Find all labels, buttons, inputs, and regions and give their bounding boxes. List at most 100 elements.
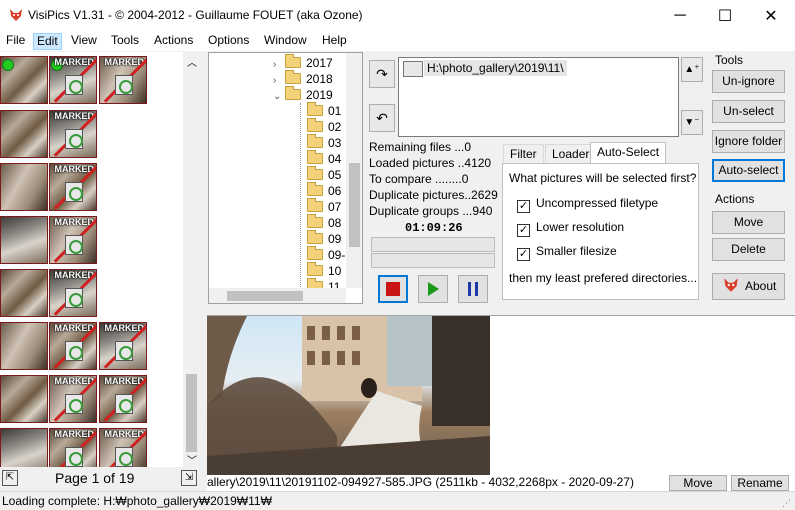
stop-button[interactable]	[378, 275, 408, 303]
close-button[interactable]: ✕	[748, 0, 794, 31]
folder-icon	[307, 150, 323, 164]
file-info: allery\2019\11\20191102-094927-585.JPG (…	[207, 475, 634, 489]
tree-item-month[interactable]: 05	[307, 166, 341, 183]
thumbnail-scrollbar[interactable]: ︿ ﹀	[183, 52, 200, 467]
thumbnail[interactable]	[0, 269, 48, 317]
maximize-button[interactable]: ☐	[702, 0, 748, 31]
tree-item-month[interactable]: 08	[307, 214, 341, 231]
scroll-down-icon[interactable]: ﹀	[187, 452, 197, 467]
option-uncompressed[interactable]: ✓ Uncompressed filetype	[517, 196, 658, 213]
remove-folder-button[interactable]: ↶	[369, 104, 395, 132]
ignore-folder-button[interactable]: Ignore folder	[712, 130, 785, 153]
option-lower-resolution[interactable]: ✓ Lower resolution	[517, 220, 624, 237]
thumbnail[interactable]	[0, 163, 48, 211]
scroll-thumb[interactable]	[349, 163, 360, 247]
tree-item-month[interactable]: 10	[307, 262, 341, 279]
checkbox-checked-icon[interactable]: ✓	[517, 248, 530, 261]
thumbnail[interactable]: MARKED	[49, 163, 97, 211]
thumbnail[interactable]	[0, 56, 48, 104]
menu-help[interactable]: Help	[319, 33, 350, 50]
preview-rename-button[interactable]: Rename	[731, 475, 789, 491]
tree-item-month[interactable]: 02	[307, 118, 341, 135]
unselect-button[interactable]: Un-select	[712, 100, 785, 123]
tree-item-month[interactable]: 07	[307, 198, 341, 215]
priority-up-button[interactable]: ▲⁺	[681, 57, 703, 82]
menu-file[interactable]: File	[3, 33, 28, 50]
thumbnail[interactable]: MARKED	[99, 375, 147, 423]
thumbnail[interactable]: MARKED	[99, 56, 147, 104]
minimize-button[interactable]: ─	[657, 0, 703, 31]
thumbnail[interactable]: MARKED	[49, 216, 97, 264]
delete-button[interactable]: Delete	[712, 238, 785, 261]
scroll-thumb[interactable]	[227, 291, 303, 301]
checkbox-checked-icon[interactable]: ✓	[517, 200, 530, 213]
menu-window[interactable]: Window	[261, 33, 310, 50]
menu-tools[interactable]: Tools	[108, 33, 142, 50]
thumbnail[interactable]	[0, 216, 48, 264]
prev-page-icon[interactable]: ⇱	[2, 470, 18, 486]
menu-view[interactable]: View	[68, 33, 100, 50]
tree-item-2017[interactable]: › 2017	[273, 54, 333, 71]
thumbnail[interactable]: MARKED	[49, 428, 97, 467]
folder-icon	[307, 134, 323, 148]
tree-hscrollbar[interactable]	[209, 288, 346, 303]
folder-icon	[307, 246, 323, 260]
tree-item-month[interactable]: 03	[307, 134, 341, 151]
thumbnail[interactable]: MARKED	[49, 375, 97, 423]
tab-filter[interactable]: Filter	[503, 144, 544, 164]
menu-actions[interactable]: Actions	[151, 33, 196, 50]
tree-item-month[interactable]: 09	[307, 230, 341, 247]
thumbnail[interactable]	[0, 428, 48, 467]
tree-item-month[interactable]: 04	[307, 150, 341, 167]
tab-loader[interactable]: Loader	[545, 144, 597, 164]
tree-vscrollbar[interactable]	[346, 53, 362, 288]
add-folder-button[interactable]: ↷	[369, 60, 395, 88]
priority-down-button[interactable]: ▼⁻	[681, 110, 703, 135]
menu-edit[interactable]: Edit	[33, 33, 62, 50]
folder-list-item[interactable]: H:\photo_gallery\2019\11\	[424, 60, 567, 76]
scroll-up-icon[interactable]: ︿	[187, 54, 197, 69]
loaded-pictures: Loaded pictures ..4120	[369, 156, 492, 170]
thumbnail[interactable]: MARKED	[49, 322, 97, 370]
least-preferred-note: then my least prefered directories...	[509, 271, 698, 285]
thumbnail[interactable]: MARKED	[49, 110, 97, 158]
remaining-files: Remaining files ...0	[369, 140, 472, 154]
folder-tree[interactable]: › 2017 › 2018 ⌄ 2019 01 02 03 04 05 06 07 0…	[208, 52, 363, 304]
thumbnail[interactable]: MARKED	[99, 428, 147, 467]
menu-options[interactable]: Options	[205, 33, 252, 50]
resize-grip-icon[interactable]: ⋰	[782, 498, 791, 509]
about-button[interactable]: About	[712, 273, 785, 300]
window-title: VisiPics V1.31 - © 2004-2012 - Guillaume…	[28, 8, 363, 22]
folder-icon	[307, 102, 323, 116]
auto-select-button[interactable]: Auto-select	[712, 159, 785, 182]
preview-image[interactable]	[207, 316, 490, 476]
chevron-down-icon[interactable]: ⌄	[273, 89, 285, 105]
option-smaller-filesize[interactable]: ✓ Smaller filesize	[517, 244, 617, 261]
thumbnail[interactable]	[0, 375, 48, 423]
thumbnail[interactable]	[0, 110, 48, 158]
folder-icon	[307, 198, 323, 212]
thumbnail[interactable]: MARKED	[99, 322, 147, 370]
thumbnail-panel[interactable]: MARKED MARKED MARKED MARKED MARKED MARKE…	[0, 52, 200, 467]
unignore-button[interactable]: Un-ignore	[712, 70, 785, 93]
play-button[interactable]	[418, 275, 448, 303]
tree-item-month[interactable]: 01	[307, 102, 341, 119]
move-button[interactable]: Move	[712, 211, 785, 234]
tree-item-month[interactable]: 06	[307, 182, 341, 199]
duplicate-groups: Duplicate groups ...940	[369, 204, 493, 218]
thumbnail[interactable]: MARKED	[49, 56, 97, 104]
tree-item-2018[interactable]: › 2018	[273, 70, 333, 87]
tree-item-month[interactable]: 09-	[307, 246, 345, 263]
next-page-icon[interactable]: ⇲	[181, 470, 197, 486]
pager: ⇱ Page 1 of 19 ⇲	[0, 467, 200, 491]
pause-button[interactable]	[458, 275, 488, 303]
tree-item-2019[interactable]: ⌄ 2019	[273, 86, 333, 105]
thumbnail[interactable]: MARKED	[49, 269, 97, 317]
recycle-bin-icon	[115, 394, 133, 414]
folder-list[interactable]: H:\photo_gallery\2019\11\	[398, 57, 679, 137]
thumbnail[interactable]	[0, 322, 48, 370]
checkbox-checked-icon[interactable]: ✓	[517, 224, 530, 237]
tab-auto-select[interactable]: Auto-Select	[590, 142, 667, 164]
preview-move-button[interactable]: Move	[669, 475, 727, 491]
scroll-thumb[interactable]	[186, 374, 197, 452]
